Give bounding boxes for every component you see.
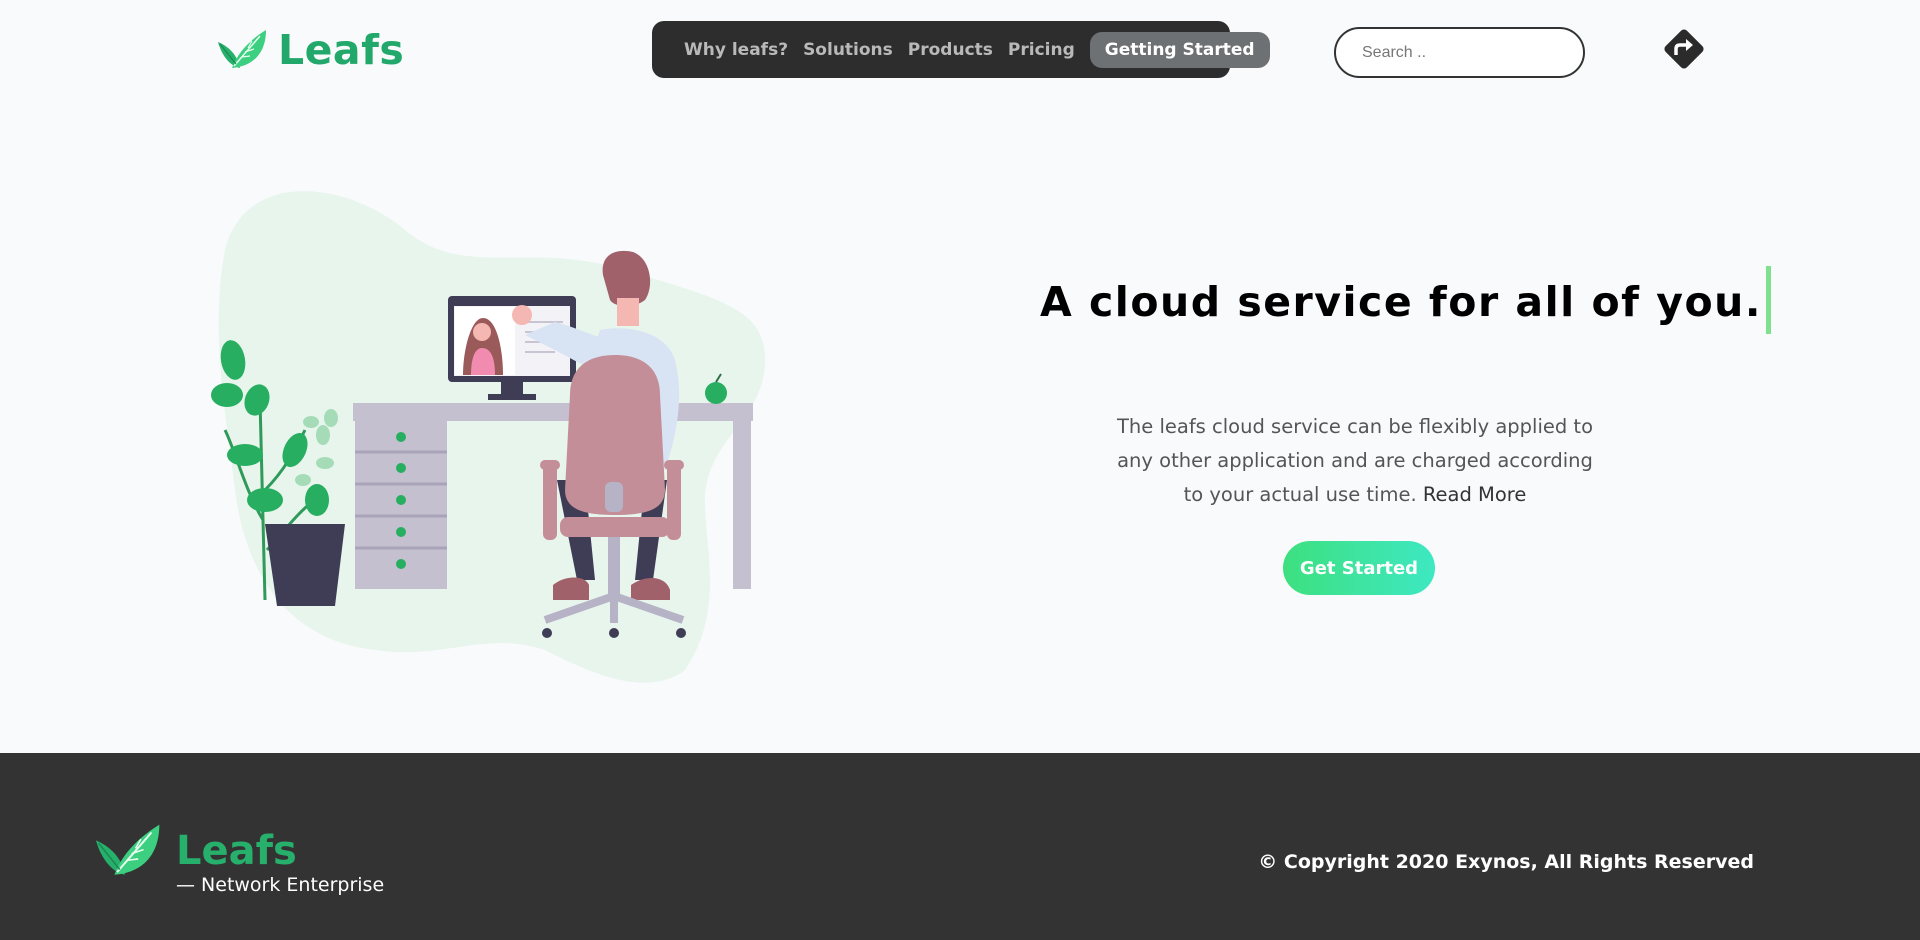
hero-title: A cloud service for all of you. [1040, 278, 1762, 326]
footer-brand-name: Leafs [176, 828, 297, 874]
leaf-logo-icon [95, 824, 160, 875]
hero-headline: A cloud service for all of you. [1040, 266, 1771, 334]
turn-right-sign-icon[interactable] [1662, 27, 1706, 71]
footer-tagline: — Network Enterprise [176, 874, 385, 896]
nav-item-products[interactable]: Products [908, 40, 993, 60]
nav-item-pricing[interactable]: Pricing [1008, 40, 1075, 60]
nav-item-why-leafs[interactable]: Why leafs? [684, 40, 788, 60]
main-nav: Why leafs? Solutions Products Pricing Ge… [652, 21, 1270, 78]
nav-item-getting-started[interactable]: Getting Started [1089, 31, 1270, 68]
hero-description: The leafs cloud service can be flexibly … [1110, 410, 1600, 512]
read-more-link[interactable]: Read More [1423, 483, 1527, 506]
person-at-desk-illustration [211, 191, 766, 683]
search-input[interactable] [1334, 27, 1585, 78]
nav-item-solutions[interactable]: Solutions [803, 40, 893, 60]
get-started-button[interactable]: Get Started [1283, 541, 1435, 595]
leaf-logo-icon [218, 30, 266, 68]
footer-logo[interactable]: Leafs — Network Enterprise [88, 814, 384, 896]
typing-cursor [1765, 266, 1771, 334]
brand-name: Leafs [278, 26, 405, 74]
footer: Leafs — Network Enterprise © Copyright 2… [0, 753, 1920, 940]
header-logo[interactable]: Leafs [212, 22, 404, 78]
copyright-text: © Copyright 2020 Exynos, All Rights Rese… [1258, 851, 1754, 873]
